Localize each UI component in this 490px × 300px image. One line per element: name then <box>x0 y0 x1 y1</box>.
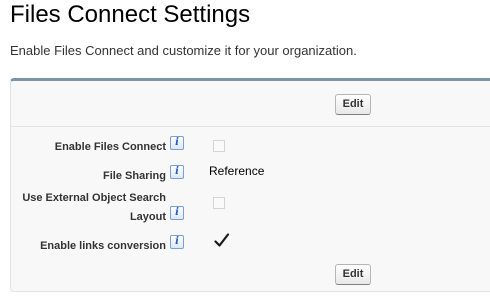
edit-button-top[interactable]: Edit <box>335 94 371 115</box>
enable-links-conversion-label: Enable links conversion <box>40 240 166 252</box>
panel-button-bar: Edit <box>11 81 490 127</box>
use-external-object-search-label-line2: Layout <box>129 211 166 223</box>
use-external-object-search-checkbox <box>213 197 225 209</box>
enable-files-connect-label: Enable Files Connect <box>54 141 166 153</box>
enable-links-conversion-help-icon[interactable]: i <box>170 235 184 249</box>
file-sharing-help-icon[interactable]: i <box>170 165 184 179</box>
edit-button-bottom[interactable]: Edit <box>335 264 371 285</box>
files-connect-settings-page: Files Connect Settings Enable Files Conn… <box>0 0 490 300</box>
page-title: Files Connect Settings <box>10 1 251 28</box>
page-description: Enable Files Connect and customize it fo… <box>10 43 357 58</box>
enable-files-connect-checkbox <box>213 140 225 152</box>
use-external-object-search-label-line1: Use External Object Search <box>22 192 166 204</box>
use-external-object-search-help-icon[interactable]: i <box>170 206 184 220</box>
settings-panel: Edit Enable Files Connect i File Sharing… <box>10 78 490 292</box>
file-sharing-label: File Sharing <box>103 170 166 182</box>
checkmark-icon <box>214 233 230 247</box>
file-sharing-value: Reference <box>209 164 265 178</box>
enable-files-connect-help-icon[interactable]: i <box>170 136 184 150</box>
